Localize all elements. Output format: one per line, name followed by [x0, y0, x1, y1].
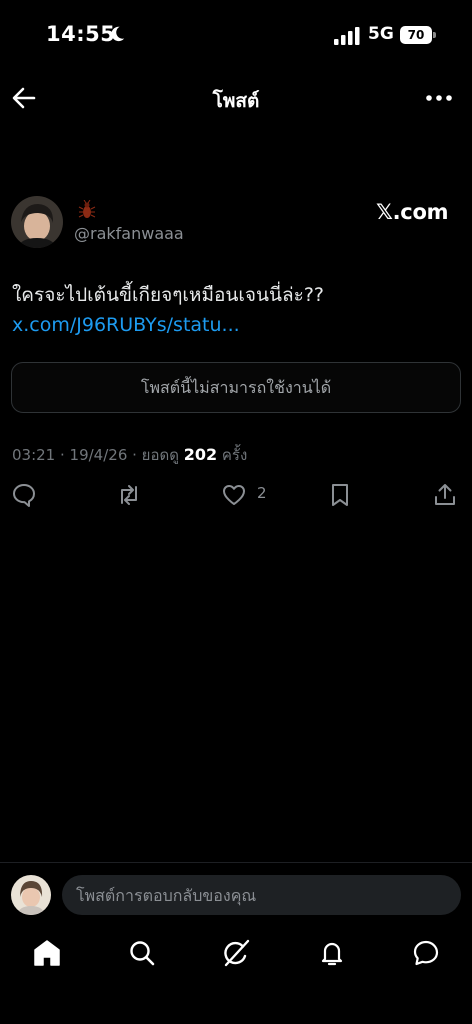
post-body-text: ใครจะไปเต้นขี้เกียจๆเหมือนเจนนี่ล่ะ??	[12, 284, 324, 306]
grok-icon[interactable]	[221, 938, 251, 968]
status-bar: 14:55 5G 70	[0, 0, 472, 70]
bug-icon	[78, 200, 96, 218]
repost-icon[interactable]	[116, 482, 142, 508]
source-xcom-label: 𝕏.com	[376, 200, 449, 224]
home-icon[interactable]	[32, 938, 62, 968]
reply-input[interactable]	[62, 875, 461, 915]
more-horizontal-icon[interactable]	[424, 84, 454, 112]
bottom-tab-bar	[0, 930, 472, 980]
post-timestamp: 03:21 · 19/4/26 · ยอดดู	[12, 446, 184, 464]
post-text: ใครจะไปเต้นขี้เกียจๆเหมือนเจนนี่ล่ะ?? x.…	[12, 280, 464, 340]
home-indicator	[167, 1009, 305, 1014]
post-actions: 2	[0, 480, 472, 510]
signal-icon	[334, 27, 360, 45]
post-header: โพสต์	[0, 72, 472, 124]
post-meta: 03:21 · 19/4/26 · ยอดดู 202 ครั้ง	[12, 443, 247, 467]
like-count: 2	[257, 484, 267, 502]
page-title: โพสต์	[212, 90, 260, 112]
author-handle[interactable]: @rakfanwaaa	[74, 224, 184, 243]
unavailable-notice: โพสต์นี้ไม่สามารถใช้งานได้	[140, 378, 332, 397]
battery-icon: 70	[400, 26, 436, 44]
reply-icon[interactable]	[11, 482, 37, 508]
post-link[interactable]: x.com/J96RUBYs/statu...	[12, 314, 240, 336]
moon-icon	[111, 26, 125, 42]
network-type: 5G	[368, 24, 394, 44]
unavailable-quote-card: โพสต์นี้ไม่สามารถใช้งานได้	[11, 362, 461, 413]
search-icon[interactable]	[127, 938, 157, 968]
bell-icon[interactable]	[317, 938, 347, 968]
heart-icon[interactable]	[221, 482, 247, 508]
user-avatar[interactable]	[11, 875, 51, 915]
battery-level: 70	[400, 26, 432, 44]
bookmark-icon[interactable]	[327, 482, 353, 508]
view-count-suffix: ครั้ง	[217, 446, 248, 464]
avatar[interactable]	[11, 196, 63, 248]
status-time: 14:55	[46, 22, 116, 46]
share-icon[interactable]	[432, 482, 458, 508]
reply-bar	[0, 862, 472, 924]
view-count: 202	[183, 445, 218, 464]
message-icon[interactable]	[411, 938, 441, 968]
